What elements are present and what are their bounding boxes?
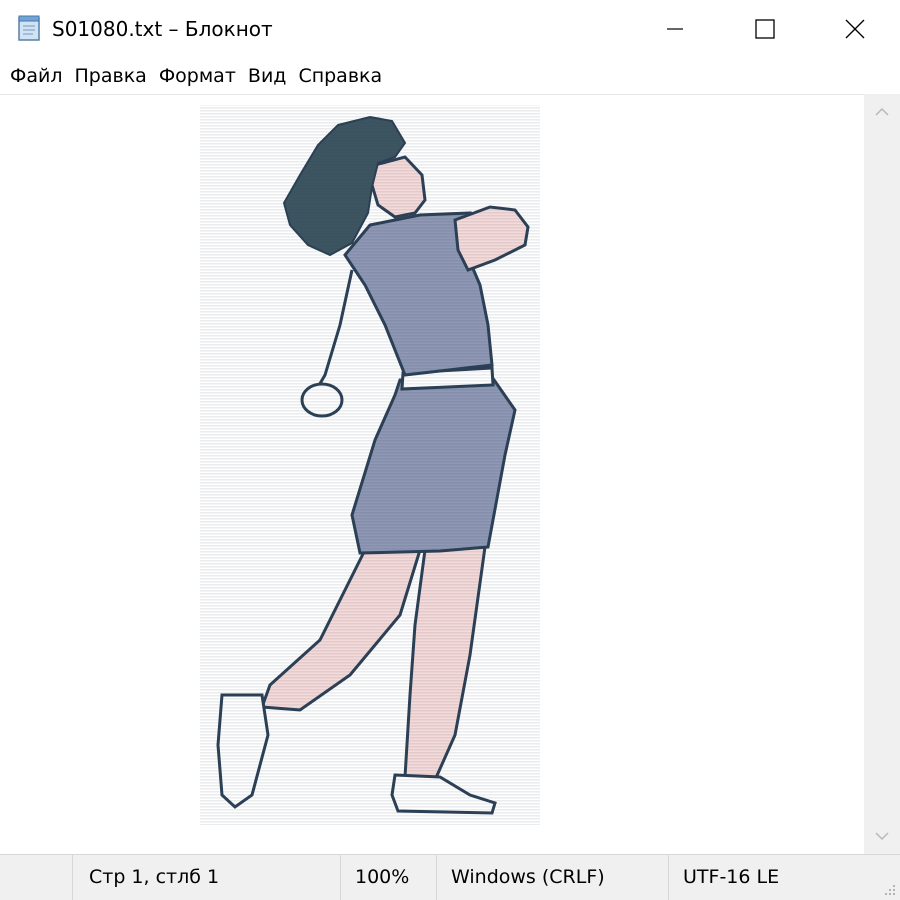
close-icon xyxy=(845,19,865,39)
vertical-scrollbar[interactable] xyxy=(864,94,900,854)
menu-file[interactable]: Файл xyxy=(4,58,69,94)
minimize-button[interactable] xyxy=(630,0,720,58)
scroll-down-button[interactable] xyxy=(864,818,900,854)
chevron-up-icon xyxy=(875,107,889,116)
maximize-icon xyxy=(755,19,775,39)
maximize-button[interactable] xyxy=(720,0,810,58)
text-editor[interactable] xyxy=(0,94,864,855)
window-title: S01080.txt – Блокнот xyxy=(52,17,273,41)
menu-help[interactable]: Справка xyxy=(292,58,388,94)
title-bar[interactable]: S01080.txt – Блокнот xyxy=(0,0,900,58)
chevron-down-icon xyxy=(875,832,889,841)
minimize-icon xyxy=(667,28,683,30)
menu-format[interactable]: Формат xyxy=(153,58,242,94)
scroll-up-button[interactable] xyxy=(864,94,900,130)
notepad-icon xyxy=(18,15,40,41)
zoom-level: 100% xyxy=(340,855,436,900)
status-bar: Стр 1, стлб 1 100% Windows (CRLF) UTF-16… xyxy=(0,854,900,900)
encoding: UTF-16 LE xyxy=(668,855,864,900)
menu-bar: Файл Правка Формат Вид Справка xyxy=(0,58,900,94)
ascii-art-golfer xyxy=(200,105,540,825)
menu-edit[interactable]: Правка xyxy=(69,58,153,94)
resize-grip-icon[interactable] xyxy=(882,882,896,896)
notepad-window: S01080.txt – Блокнот Файл Правка Формат … xyxy=(0,0,900,900)
close-button[interactable] xyxy=(810,0,900,58)
menu-view[interactable]: Вид xyxy=(242,58,293,94)
line-endings: Windows (CRLF) xyxy=(436,855,668,900)
cursor-position: Стр 1, стлб 1 xyxy=(72,855,342,900)
